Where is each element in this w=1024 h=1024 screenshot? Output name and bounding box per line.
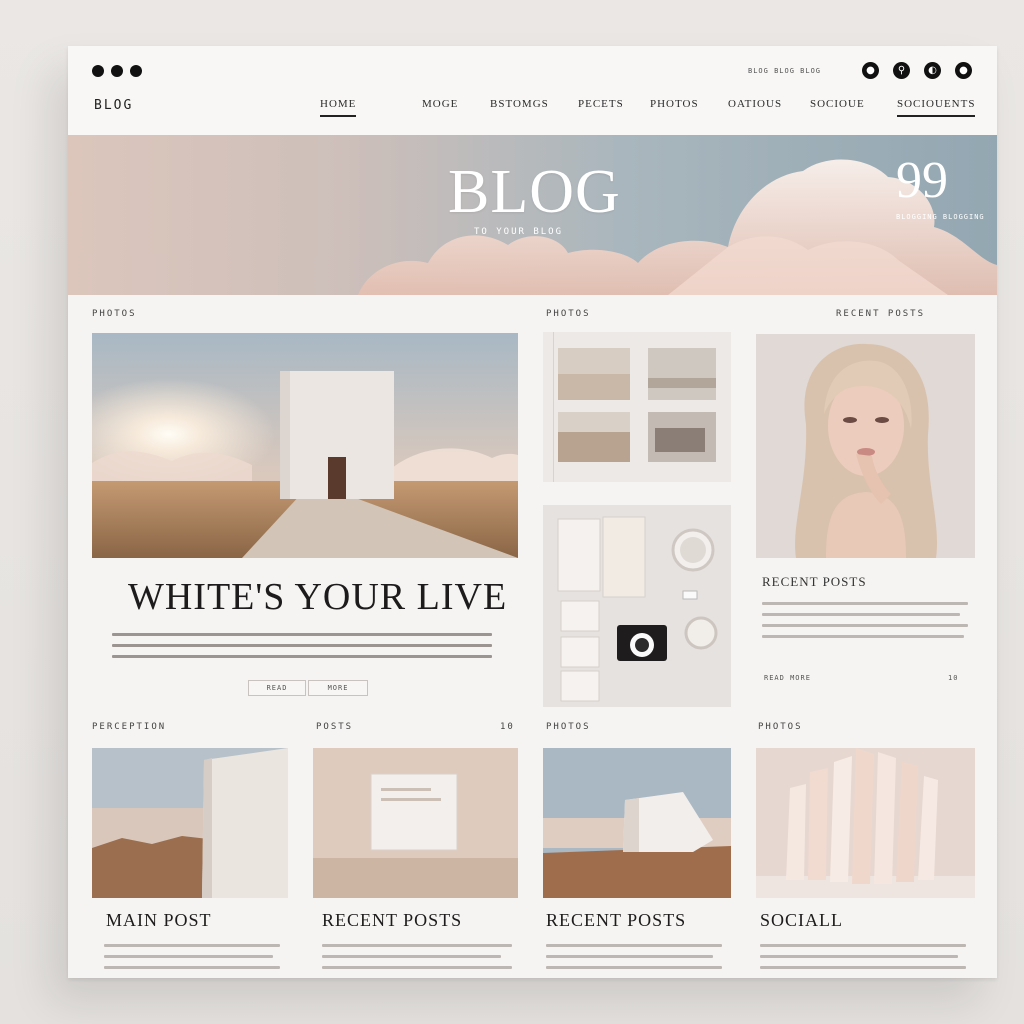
- section-label-photos-4: PHOTOS: [758, 722, 803, 732]
- bottom-card-image-1[interactable]: [92, 748, 288, 898]
- bottom-card-title-1[interactable]: MAIN POST: [106, 910, 212, 931]
- section-label-recent-posts: RECENT POSTS: [836, 309, 926, 319]
- bottom-card-title-3[interactable]: RECENT POSTS: [546, 910, 686, 931]
- section-label-posts: POSTS: [316, 722, 354, 732]
- bottom-card-image-2[interactable]: [313, 748, 518, 898]
- photo-grid-card[interactable]: [543, 332, 731, 482]
- section-label-photos: PHOTOS: [92, 309, 137, 319]
- section-label-photos-3: PHOTOS: [546, 722, 591, 732]
- maximize-window-button[interactable]: [130, 65, 142, 77]
- nav-item-2[interactable]: MOGE: [422, 98, 458, 110]
- more-button[interactable]: MORE: [308, 680, 368, 696]
- top-info-text: BLOG BLOG BLOG: [748, 67, 822, 75]
- top-bar: BLOG BLOG BLOG ● ⚲ ◐ ● BLOG HOME MOGE BS…: [68, 46, 997, 135]
- bottom-card-image-4[interactable]: [756, 748, 975, 898]
- user-icon[interactable]: ●: [862, 62, 879, 79]
- bottom-card-excerpt-3: [546, 944, 722, 977]
- hero-banner: BLOG TO YOUR BLOG 99 BLOGGING BLOGGING: [68, 135, 997, 295]
- section-label-posts-count: 10: [500, 722, 515, 732]
- desk-still-life-image[interactable]: [543, 505, 731, 707]
- nav-item-8[interactable]: SOCIOUENTS: [897, 98, 976, 117]
- sidebar-excerpt: [762, 602, 968, 646]
- nav-item-7[interactable]: SOCIOUE: [810, 98, 865, 110]
- sidebar-read-more[interactable]: READ MORE: [764, 674, 811, 682]
- nav-item-photos[interactable]: PHOTOS: [650, 98, 699, 110]
- browser-window: BLOG BLOG BLOG ● ⚲ ◐ ● BLOG HOME MOGE BS…: [68, 46, 997, 978]
- bottom-card-excerpt-2: [322, 944, 512, 977]
- nav-item-6[interactable]: OATIOUS: [728, 98, 782, 110]
- read-button[interactable]: READ: [248, 680, 306, 696]
- window-controls: [92, 65, 142, 77]
- feature-title[interactable]: WHITE'S YOUR LIVE: [128, 575, 507, 619]
- feature-image[interactable]: [92, 333, 518, 558]
- menu-icon[interactable]: ●: [955, 62, 972, 79]
- section-label-perception: PERCEPTION: [92, 722, 167, 732]
- nav-item-4[interactable]: PECETS: [578, 98, 624, 110]
- feature-excerpt: [112, 633, 492, 666]
- hero-number-caption: BLOGGING BLOGGING: [896, 213, 985, 221]
- section-label-photos-middle: PHOTOS: [546, 309, 591, 319]
- bottom-card-excerpt-4: [760, 944, 966, 977]
- bottom-card-title-2[interactable]: RECENT POSTS: [322, 910, 462, 931]
- hero-title: BLOG: [448, 158, 621, 226]
- top-icons: ● ⚲ ◐ ●: [862, 62, 972, 79]
- brand-logo[interactable]: BLOG: [94, 98, 133, 113]
- search-icon[interactable]: ⚲: [893, 62, 910, 79]
- hero-number: 99: [896, 152, 948, 209]
- sidebar-title[interactable]: RECENT POSTS: [762, 574, 867, 590]
- close-window-button[interactable]: [92, 65, 104, 77]
- minimize-window-button[interactable]: [111, 65, 123, 77]
- hero-subtitle: TO YOUR BLOG: [474, 227, 564, 237]
- nav-item-3[interactable]: BSTOMGS: [490, 98, 549, 110]
- sidebar-count: 10: [948, 674, 959, 682]
- nav-item-home[interactable]: HOME: [320, 98, 357, 117]
- bottom-card-excerpt-1: [104, 944, 280, 977]
- bottom-card-image-3[interactable]: [543, 748, 731, 898]
- bottom-card-title-4[interactable]: SOCIALL: [760, 910, 843, 931]
- share-icon[interactable]: ◐: [924, 62, 941, 79]
- portrait-image[interactable]: [756, 334, 975, 558]
